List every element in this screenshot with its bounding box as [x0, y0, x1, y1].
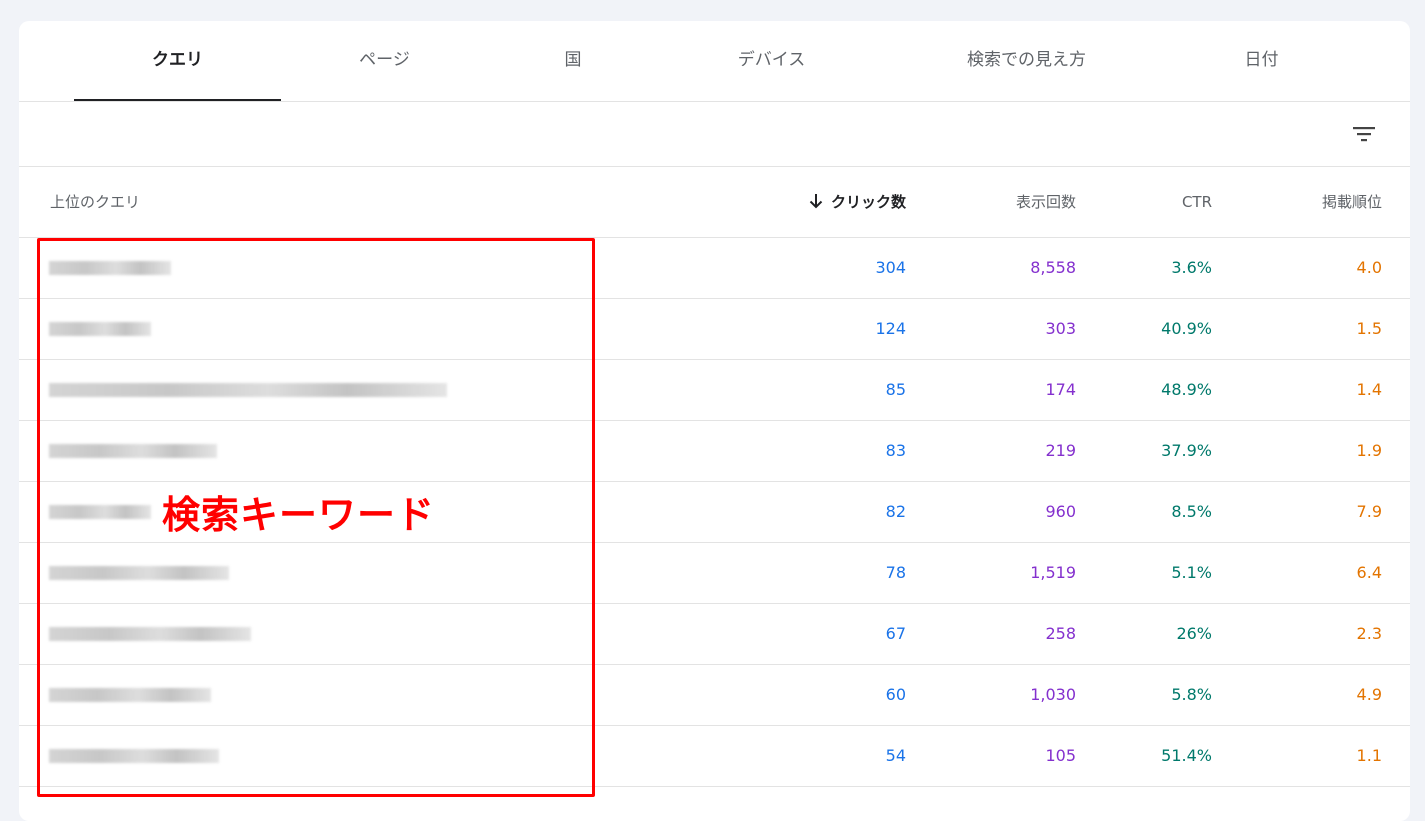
table-toolbar	[19, 102, 1410, 167]
table-row[interactable]: 60 1,030 5.8% 4.9	[19, 665, 1410, 726]
ctr-cell: 40.9%	[1161, 319, 1212, 338]
position-cell: 1.5	[1356, 319, 1382, 338]
redacted-text	[49, 749, 219, 763]
performance-report-card: クエリ ページ 国 デバイス 検索での見え方 日付 上位のクエリ クリック数 表…	[19, 21, 1410, 821]
clicks-cell: 54	[885, 746, 906, 765]
position-cell: 7.9	[1356, 502, 1382, 521]
redacted-text	[49, 322, 151, 336]
impressions-cell: 8,558	[1030, 258, 1076, 277]
redacted-text	[49, 383, 447, 397]
ctr-cell: 5.1%	[1171, 563, 1212, 582]
position-cell: 1.4	[1356, 380, 1382, 399]
header-position[interactable]: 掲載順位	[1322, 167, 1382, 237]
table-row[interactable]: 124 303 40.9% 1.5	[19, 299, 1410, 360]
header-ctr[interactable]: CTR	[1182, 167, 1212, 237]
header-query[interactable]: 上位のクエリ	[50, 167, 140, 237]
redacted-text	[49, 627, 251, 641]
clicks-cell: 60	[885, 685, 906, 704]
redacted-text	[49, 261, 171, 275]
redacted-text	[49, 566, 229, 580]
redacted-text	[49, 505, 151, 519]
impressions-cell: 258	[1045, 624, 1076, 643]
impressions-cell: 219	[1045, 441, 1076, 460]
tab-query[interactable]: クエリ	[74, 21, 281, 101]
position-cell: 4.0	[1356, 258, 1382, 277]
header-clicks[interactable]: クリック数	[809, 167, 906, 239]
impressions-cell: 960	[1045, 502, 1076, 521]
ctr-cell: 51.4%	[1161, 746, 1212, 765]
ctr-cell: 8.5%	[1171, 502, 1212, 521]
table-row[interactable]: 85 174 48.9% 1.4	[19, 360, 1410, 421]
dimension-tabs: クエリ ページ 国 デバイス 検索での見え方 日付	[19, 21, 1410, 102]
position-cell: 1.1	[1356, 746, 1382, 765]
position-cell: 1.9	[1356, 441, 1382, 460]
clicks-cell: 304	[875, 258, 906, 277]
filter-list-icon[interactable]	[1351, 121, 1377, 147]
ctr-cell: 48.9%	[1161, 380, 1212, 399]
ctr-cell: 3.6%	[1171, 258, 1212, 277]
clicks-cell: 85	[885, 380, 906, 399]
impressions-cell: 105	[1045, 746, 1076, 765]
impressions-cell: 1,519	[1030, 563, 1076, 582]
clicks-cell: 67	[885, 624, 906, 643]
table-row[interactable]: 78 1,519 5.1% 6.4	[19, 543, 1410, 604]
clicks-cell: 82	[885, 502, 906, 521]
tab-device[interactable]: デバイス	[669, 21, 874, 101]
impressions-cell: 1,030	[1030, 685, 1076, 704]
table-row[interactable]: 83 219 37.9% 1.9	[19, 421, 1410, 482]
annotation-label: 検索キーワード	[162, 493, 436, 537]
position-cell: 2.3	[1356, 624, 1382, 643]
header-impressions[interactable]: 表示回数	[1016, 167, 1076, 237]
position-cell: 4.9	[1356, 685, 1382, 704]
clicks-cell: 83	[885, 441, 906, 460]
impressions-cell: 303	[1045, 319, 1076, 338]
ctr-cell: 37.9%	[1161, 441, 1212, 460]
tab-date[interactable]: 日付	[1159, 21, 1364, 101]
impressions-cell: 174	[1045, 380, 1076, 399]
ctr-cell: 5.8%	[1171, 685, 1212, 704]
clicks-cell: 124	[875, 319, 906, 338]
clicks-cell: 78	[885, 563, 906, 582]
table-header: 上位のクエリ クリック数 表示回数 CTR 掲載順位	[19, 167, 1410, 238]
tab-page[interactable]: ページ	[281, 21, 488, 101]
tab-search-appearance[interactable]: 検索での見え方	[919, 21, 1134, 101]
redacted-text	[49, 444, 217, 458]
active-tab-indicator	[74, 99, 281, 101]
redacted-text	[49, 688, 211, 702]
tab-country[interactable]: 国	[488, 21, 658, 101]
table-row[interactable]: 54 105 51.4% 1.1	[19, 726, 1410, 787]
position-cell: 6.4	[1356, 563, 1382, 582]
table-row[interactable]: 67 258 26% 2.3	[19, 604, 1410, 665]
ctr-cell: 26%	[1176, 624, 1212, 643]
arrow-down-icon	[809, 169, 823, 239]
header-clicks-label: クリック数	[830, 193, 906, 211]
table-row[interactable]: 304 8,558 3.6% 4.0	[19, 238, 1410, 299]
